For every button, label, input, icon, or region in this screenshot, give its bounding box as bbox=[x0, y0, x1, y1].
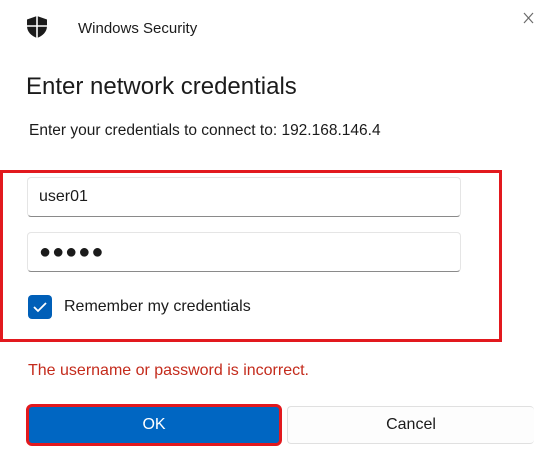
close-icon[interactable] bbox=[520, 10, 534, 26]
shield-icon bbox=[27, 16, 47, 38]
ok-button[interactable]: OK bbox=[26, 404, 282, 446]
password-field[interactable]: ●●●●● bbox=[27, 232, 461, 272]
username-value: user01 bbox=[39, 188, 88, 205]
remember-checkbox[interactable] bbox=[28, 295, 52, 319]
cancel-button[interactable]: Cancel bbox=[287, 406, 534, 444]
credentials-dialog: Windows Security Enter network credentia… bbox=[0, 0, 534, 452]
password-value: ●●●●● bbox=[39, 240, 105, 263]
error-message: The username or password is incorrect. bbox=[28, 362, 309, 379]
username-field[interactable]: user01 bbox=[27, 177, 461, 217]
remember-label[interactable]: Remember my credentials bbox=[64, 298, 251, 316]
dialog-heading: Enter network credentials bbox=[26, 73, 297, 100]
dialog-subtitle: Enter your credentials to connect to: 19… bbox=[29, 122, 381, 139]
checkmark-icon bbox=[33, 302, 47, 313]
app-title: Windows Security bbox=[78, 20, 198, 37]
title-bar: Windows Security bbox=[0, 0, 534, 56]
